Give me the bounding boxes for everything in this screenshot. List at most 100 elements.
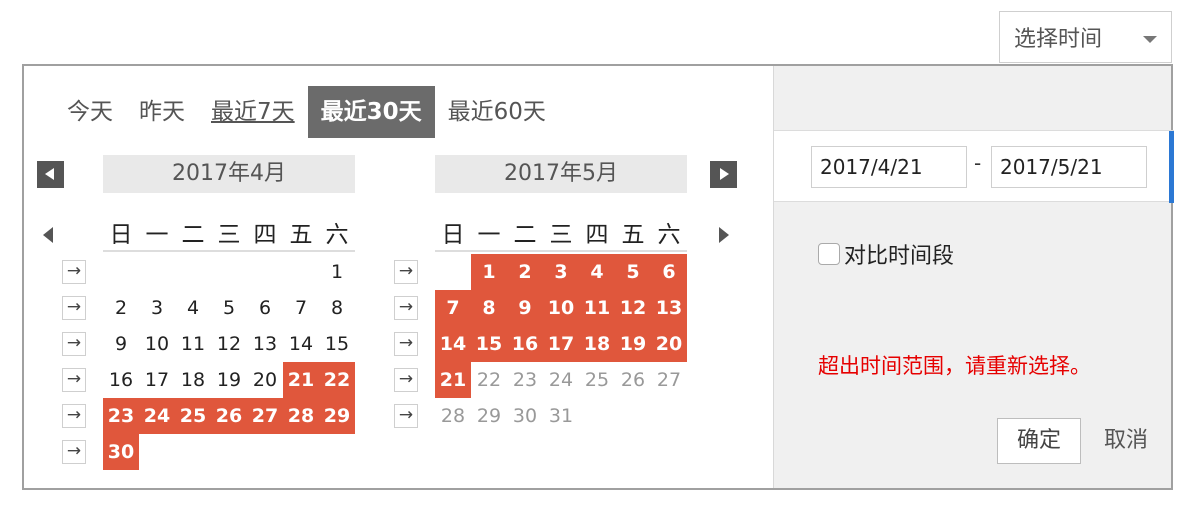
day-cell[interactable]: 17 [139,362,175,398]
quick-range-option[interactable]: 最近7天 [198,86,308,138]
day-cell[interactable]: 4 [175,290,211,326]
day-cell[interactable]: 8 [471,290,507,326]
select-week-arrow-icon[interactable]: → [394,332,418,356]
weekday-label: 一 [477,222,501,248]
day-cell[interactable]: 27 [247,398,283,434]
day-cell[interactable]: 20 [247,362,283,398]
compare-label: 对比时间段 [844,244,955,269]
day-cell[interactable]: 7 [283,290,319,326]
day-cell[interactable]: 12 [615,290,651,326]
day-cell[interactable]: 26 [211,398,247,434]
cancel-button[interactable]: 取消 [1104,418,1148,464]
day-cell[interactable]: 16 [507,326,543,362]
day-cell[interactable]: 2 [103,290,139,326]
day-cell[interactable]: 17 [543,326,579,362]
weekday-label: 六 [325,222,349,248]
day-cell[interactable]: 2 [507,254,543,290]
time-select-dropdown[interactable]: 选择时间 [999,11,1172,63]
compare-toggle[interactable]: 对比时间段 [818,238,954,270]
day-cell[interactable]: 9 [103,326,139,362]
day-cell[interactable]: 24 [139,398,175,434]
day-cell[interactable]: 25 [579,362,615,398]
day-cell[interactable]: 29 [471,398,507,434]
next-arrow-icon[interactable] [719,227,729,243]
day-cell[interactable]: 28 [283,398,319,434]
weekday-label: 三 [549,222,573,248]
day-cell[interactable]: 3 [543,254,579,290]
quick-range-option[interactable]: 昨天 [126,86,198,138]
select-week-arrow-icon[interactable]: → [394,260,418,284]
day-cell[interactable]: 5 [211,290,247,326]
day-cell[interactable]: 16 [103,362,139,398]
select-week-arrow-icon[interactable]: → [62,368,86,392]
day-cell[interactable]: 6 [247,290,283,326]
day-cell[interactable]: 19 [615,326,651,362]
end-date-input[interactable] [991,146,1147,188]
day-cell[interactable]: 23 [507,362,543,398]
day-cell[interactable]: 18 [579,326,615,362]
day-cell[interactable]: 11 [579,290,615,326]
day-cell[interactable]: 18 [175,362,211,398]
quick-range-option[interactable]: 今天 [54,86,126,138]
day-cell[interactable]: 14 [435,326,471,362]
day-cell[interactable]: 10 [139,326,175,362]
weekday-label: 四 [253,222,277,248]
day-cell[interactable]: 20 [651,326,687,362]
day-cell[interactable]: 3 [139,290,175,326]
select-week-arrow-icon[interactable]: → [394,404,418,428]
day-cell[interactable]: 27 [651,362,687,398]
date-picker-panel: 今天 昨天 最近7天 最近30天 最近60天 2017年4月 2017年5月 日一二三四… [22,64,1174,490]
active-tab-indicator [1169,131,1174,203]
day-cell[interactable]: 21 [435,362,471,398]
day-cell[interactable]: 29 [319,398,355,434]
weekday-label: 日 [109,222,133,248]
select-week-arrow-icon[interactable]: → [62,260,86,284]
select-week-arrow-icon[interactable]: → [62,332,86,356]
select-week-arrow-icon[interactable]: → [62,440,86,464]
select-week-arrow-icon[interactable]: → [394,296,418,320]
day-cell[interactable]: 31 [543,398,579,434]
day-cell[interactable]: 14 [283,326,319,362]
day-cell[interactable]: 9 [507,290,543,326]
day-cell[interactable]: 13 [651,290,687,326]
quick-range-option[interactable]: 最近30天 [307,86,435,138]
select-week-arrow-icon[interactable]: → [62,404,86,428]
day-cell[interactable]: 22 [319,362,355,398]
quick-range-option[interactable]: 最近60天 [435,86,559,138]
day-cell[interactable]: 11 [175,326,211,362]
day-cell[interactable]: 12 [211,326,247,362]
day-cell[interactable]: 4 [579,254,615,290]
day-cell[interactable]: 22 [471,362,507,398]
day-cell[interactable]: 10 [543,290,579,326]
month-title-may: 2017年5月 [435,155,687,193]
select-week-arrow-icon[interactable]: → [394,368,418,392]
day-cell[interactable]: 5 [615,254,651,290]
day-cell[interactable]: 13 [247,326,283,362]
day-cell[interactable]: 24 [543,362,579,398]
start-date-input[interactable] [811,146,967,188]
day-cell[interactable]: 1 [319,254,355,290]
compare-checkbox[interactable] [818,243,840,265]
weekday-label: 二 [181,222,205,248]
day-cell[interactable]: 30 [103,434,139,470]
day-cell[interactable]: 25 [175,398,211,434]
day-cell[interactable]: 8 [319,290,355,326]
prev-month-button[interactable] [37,161,64,188]
day-cell[interactable]: 6 [651,254,687,290]
day-cell[interactable]: 30 [507,398,543,434]
date-range-tab: - [774,130,1174,203]
day-cell[interactable]: 19 [211,362,247,398]
day-cell[interactable]: 7 [435,290,471,326]
prev-arrow-icon[interactable] [43,227,53,243]
weekday-label: 三 [217,222,241,248]
day-cell[interactable]: 23 [103,398,139,434]
day-cell[interactable]: 15 [471,326,507,362]
next-month-button[interactable] [710,161,737,188]
day-cell[interactable]: 26 [615,362,651,398]
day-cell[interactable]: 1 [471,254,507,290]
select-week-arrow-icon[interactable]: → [62,296,86,320]
day-cell[interactable]: 15 [319,326,355,362]
day-cell[interactable]: 28 [435,398,471,434]
day-cell[interactable]: 21 [283,362,319,398]
confirm-button[interactable]: 确定 [997,418,1081,464]
